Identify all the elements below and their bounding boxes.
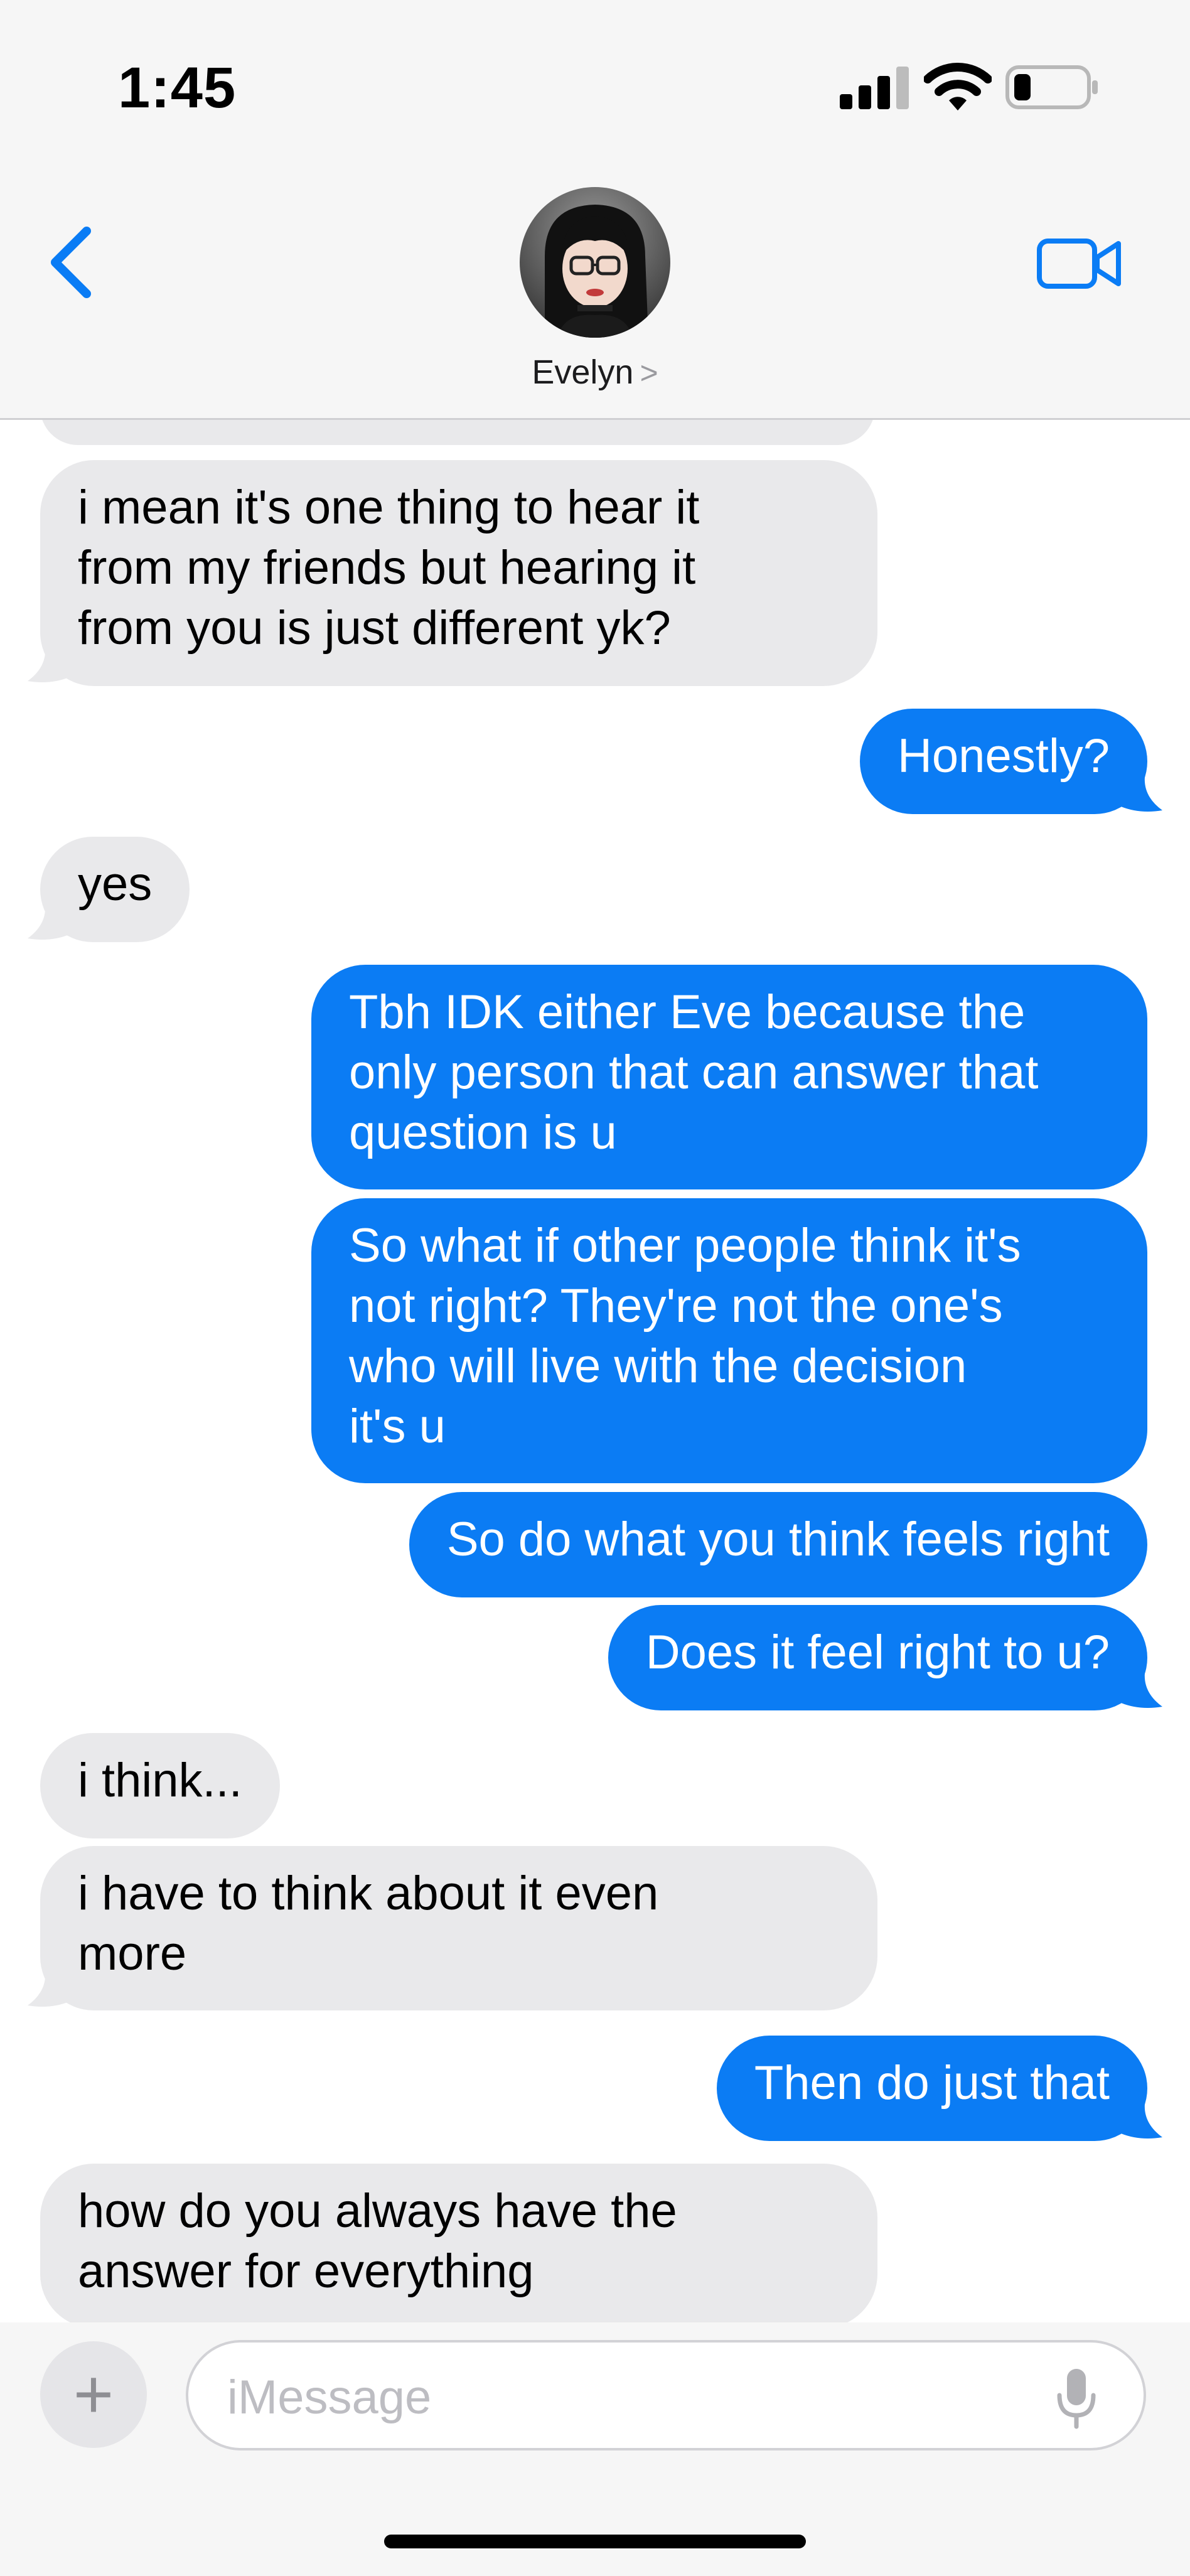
bubble-tail bbox=[28, 640, 69, 682]
message-bubble-incoming[interactable]: how do you always have the answer for ev… bbox=[40, 2164, 877, 2323]
contact-name: Evelyn bbox=[532, 353, 634, 391]
bubble-tail bbox=[28, 1964, 69, 2007]
status-time: 1:45 bbox=[118, 56, 237, 120]
bubble-tail bbox=[28, 897, 69, 940]
home-indicator bbox=[384, 2535, 806, 2548]
message-thread[interactable]: i mean it's one thing to hear it from my… bbox=[0, 420, 1190, 2323]
cellular-signal-icon bbox=[840, 67, 909, 109]
status-bar: 1:45 bbox=[0, 0, 1190, 163]
message-input[interactable] bbox=[226, 2365, 1044, 2429]
message-bubble-incoming[interactable]: i have to think about it even more bbox=[40, 1846, 877, 2010]
chevron-left-icon[interactable] bbox=[44, 225, 100, 300]
message-bubble-outgoing[interactable]: Tbh IDK either Eve because the only pers… bbox=[311, 965, 1147, 1189]
chevron-right-icon: > bbox=[640, 355, 658, 390]
contact-name-button[interactable]: Evelyn > bbox=[0, 353, 1190, 392]
bubble-tail bbox=[1121, 1665, 1162, 1708]
message-bubble-incoming[interactable]: i think... bbox=[40, 1733, 280, 1838]
message-bubble-outgoing[interactable]: So what if other people think it's not r… bbox=[311, 1198, 1147, 1483]
video-camera-icon[interactable] bbox=[1036, 232, 1123, 295]
contact-avatar[interactable] bbox=[520, 187, 670, 338]
bubble-tail bbox=[1121, 769, 1162, 812]
message-bubble-outgoing[interactable]: Then do just that bbox=[716, 2036, 1147, 2141]
message-bubble-incoming[interactable]: i mean it's one thing to hear it from my… bbox=[40, 460, 877, 686]
message-bubble-partial bbox=[40, 420, 875, 445]
microphone-icon[interactable] bbox=[1054, 2366, 1098, 2429]
message-bubble-outgoing[interactable]: Does it feel right to u? bbox=[608, 1605, 1147, 1710]
message-bubble-outgoing[interactable]: So do what you think feels right bbox=[409, 1492, 1147, 1597]
bubble-tail bbox=[1121, 2096, 1162, 2139]
apps-plus-button[interactable]: + bbox=[40, 2341, 147, 2448]
message-bubble-outgoing[interactable]: Honestly? bbox=[860, 709, 1147, 814]
battery-low-icon bbox=[1005, 65, 1098, 109]
wifi-icon bbox=[924, 62, 992, 110]
message-field[interactable] bbox=[186, 2340, 1146, 2450]
plus-icon: + bbox=[73, 2356, 114, 2433]
